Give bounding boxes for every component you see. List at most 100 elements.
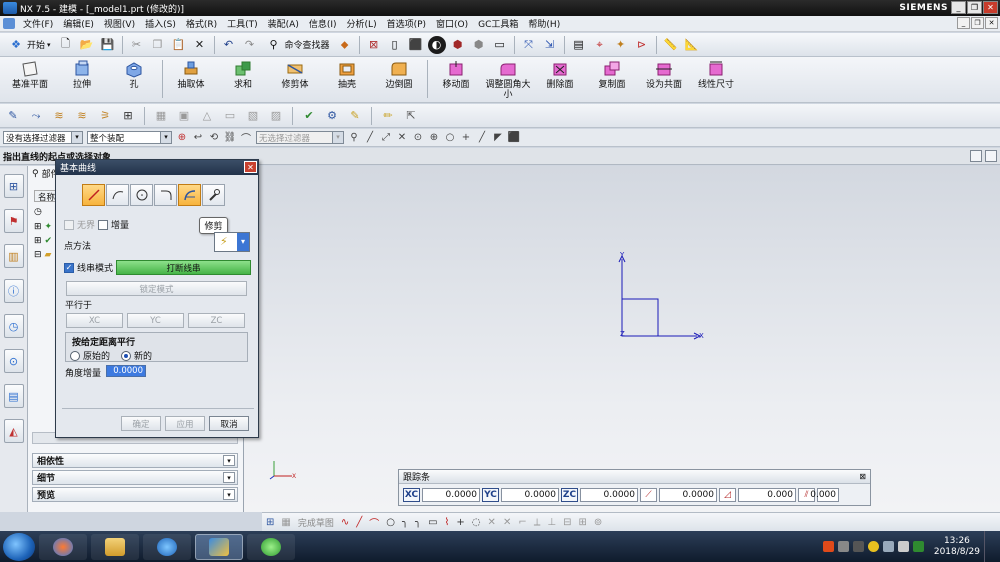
infinite-option[interactable]: 无界 [64,218,95,231]
taskbar-app-nx[interactable] [195,533,243,560]
save-icon[interactable]: 💾 [99,36,117,54]
fit-view-icon[interactable]: ⊠ [365,36,383,54]
menu-file[interactable]: 文件(F) [18,17,58,30]
resize-blend-button[interactable]: 调整圆角大小 [482,60,534,100]
menu-tools[interactable]: 工具(T) [222,17,263,30]
edit-feature-icon[interactable]: ⚙ [323,107,341,125]
existing-point-icon[interactable]: + [460,132,472,144]
menu-view[interactable]: 视图(V) [99,17,140,30]
layer-icon[interactable]: ▤ [570,36,588,54]
through-curves-icon[interactable]: ⊞ [119,107,137,125]
sketch-icon[interactable]: ⊞ [266,517,274,528]
sew-icon[interactable]: ▨ [267,107,285,125]
make-corner-icon[interactable]: ⌐ [518,517,526,528]
string-mode-checkbox[interactable]: ✓ [64,262,74,273]
fillet-tool-button[interactable] [154,184,177,206]
radio-new-option[interactable]: 新的 [121,349,152,362]
menu-gc-toolkit[interactable]: GC工具箱 [473,17,523,30]
doc-close-button[interactable]: ✕ [985,17,998,29]
menu-preferences[interactable]: 首选项(P) [382,17,431,30]
new-file-icon[interactable]: 🗋 [57,36,75,54]
preview-accordion[interactable]: 预览 ▾ [32,487,238,502]
roles-icon[interactable]: ◭ [3,419,24,443]
restore-button[interactable]: ❐ [967,1,982,14]
command-finder-button[interactable]: ⚲ 命令查找器 [262,36,333,54]
triangle-icon[interactable]: △ [198,107,216,125]
quick-trim-icon[interactable]: ✕ [488,517,496,528]
control-point-icon[interactable]: ✕ [396,132,408,144]
taskbar-clock[interactable]: 13:26 2018/8/29 [934,536,980,558]
render-style-icon[interactable]: ◐ [427,35,446,54]
feature-curve-icon[interactable]: ⌒ [240,132,252,145]
bounded-plane-icon[interactable]: ▣ [175,107,193,125]
sketch-icon[interactable]: ✎ [4,107,22,125]
highlight-icon[interactable]: ✎ [346,107,364,125]
tracking-bar-title[interactable]: 跟踪条 ⊠ [399,470,870,484]
unite-button[interactable]: 求和 [217,60,269,90]
infinite-checkbox[interactable] [64,219,74,230]
parallel-zc-button[interactable]: ZC [188,313,245,328]
point-on-face-icon[interactable]: ◤ [492,132,504,144]
patch-icon[interactable]: ▧ [244,107,262,125]
edge-cube-icon[interactable]: ⬢ [449,36,467,54]
pin-icon[interactable]: ⚲ [32,169,39,179]
history-icon[interactable]: ◷ [3,314,24,338]
ruler-icon[interactable]: 📏 [662,36,680,54]
taskbar-app-green[interactable] [247,533,295,560]
offset-field[interactable]: 0.000 [810,488,839,502]
ok-button[interactable]: 确定 [121,416,161,431]
radio-original[interactable] [70,350,80,361]
menu-format[interactable]: 格式(R) [181,17,222,30]
angle-field[interactable]: 0.000 [738,488,796,502]
start-button[interactable]: ❖ 开始 ▾ [4,36,54,54]
string-mode-option[interactable]: ✓ 线串模式 [64,261,113,274]
measure-icon[interactable]: 📐 [683,36,701,54]
circle-icon[interactable]: ○ [386,517,395,528]
wcs-icon[interactable]: ⤧ [520,36,538,54]
check-geometry-icon[interactable]: ✔ [300,107,318,125]
tree-node-model-history[interactable]: ⊟ ▰ [34,250,51,260]
close-window-button[interactable]: ✕ [983,1,998,14]
tray-security-icon[interactable] [867,541,879,552]
pointer-icon[interactable]: ⇱ [402,107,420,125]
perspective-icon[interactable]: ▯ [386,36,404,54]
profile-icon[interactable]: ∿ [341,517,349,528]
scope-select[interactable]: 整个装配 ▾ [87,131,172,144]
radio-new[interactable] [121,350,131,361]
inferred-icon[interactable]: ↩ [192,132,204,144]
paste-icon[interactable]: 📋 [170,36,188,54]
cut-icon[interactable]: ✂ [128,36,146,54]
arc-tool-button[interactable] [106,184,129,206]
analysis-icon[interactable]: ✦ [612,36,630,54]
menu-edit[interactable]: 编辑(E) [58,17,99,30]
tree-node-cameras[interactable]: ⊞ ✔ [34,236,52,246]
snap-point-icon[interactable]: ⊕ [176,132,188,144]
break-string-button[interactable]: 打断线串 [116,260,251,275]
web-browser-icon[interactable]: ⓘ [3,279,24,303]
angle-increment-field[interactable]: 0.0000 [106,365,146,377]
background-icon[interactable]: ▭ [491,36,509,54]
linear-dimension-button[interactable]: 线性尺寸 [690,60,742,90]
intersection-icon[interactable]: ⊙ [412,132,424,144]
delete-face-button[interactable]: 删除面 [534,60,586,90]
offset-curve-icon[interactable]: ◌ [472,517,481,528]
tree-node-model-views[interactable]: ⊞ ✦ [34,222,52,232]
taskbar-app-antivirus[interactable] [39,533,87,560]
mesh-icon[interactable]: ⚞ [96,107,114,125]
datum-plane-button[interactable]: 基准平面 [4,60,56,90]
process-studio-icon[interactable]: ▤ [3,384,24,408]
orient-icon[interactable]: ⇲ [541,36,559,54]
radio-original-option[interactable]: 原始的 [70,349,110,362]
length-field[interactable]: 0.0000 [659,488,717,502]
xc-field[interactable]: 0.0000 [422,488,480,502]
shaded-cube-icon[interactable]: ⬛ [407,36,425,54]
dynamic-icon[interactable]: ⊳ [633,36,651,54]
curve-rule-select[interactable]: 无选择过滤器 ▾ [256,131,344,144]
midpoint-icon[interactable]: ⤢ [380,132,392,144]
menu-analysis[interactable]: 分析(L) [342,17,382,30]
cube-select-icon[interactable]: ⬛ [508,132,520,144]
endpoint-icon[interactable]: ╱ [364,132,376,144]
dialog-close-button[interactable]: ✕ [244,161,257,173]
tray-ime-icon[interactable] [837,541,849,552]
apply-button[interactable]: 应用 [165,416,205,431]
